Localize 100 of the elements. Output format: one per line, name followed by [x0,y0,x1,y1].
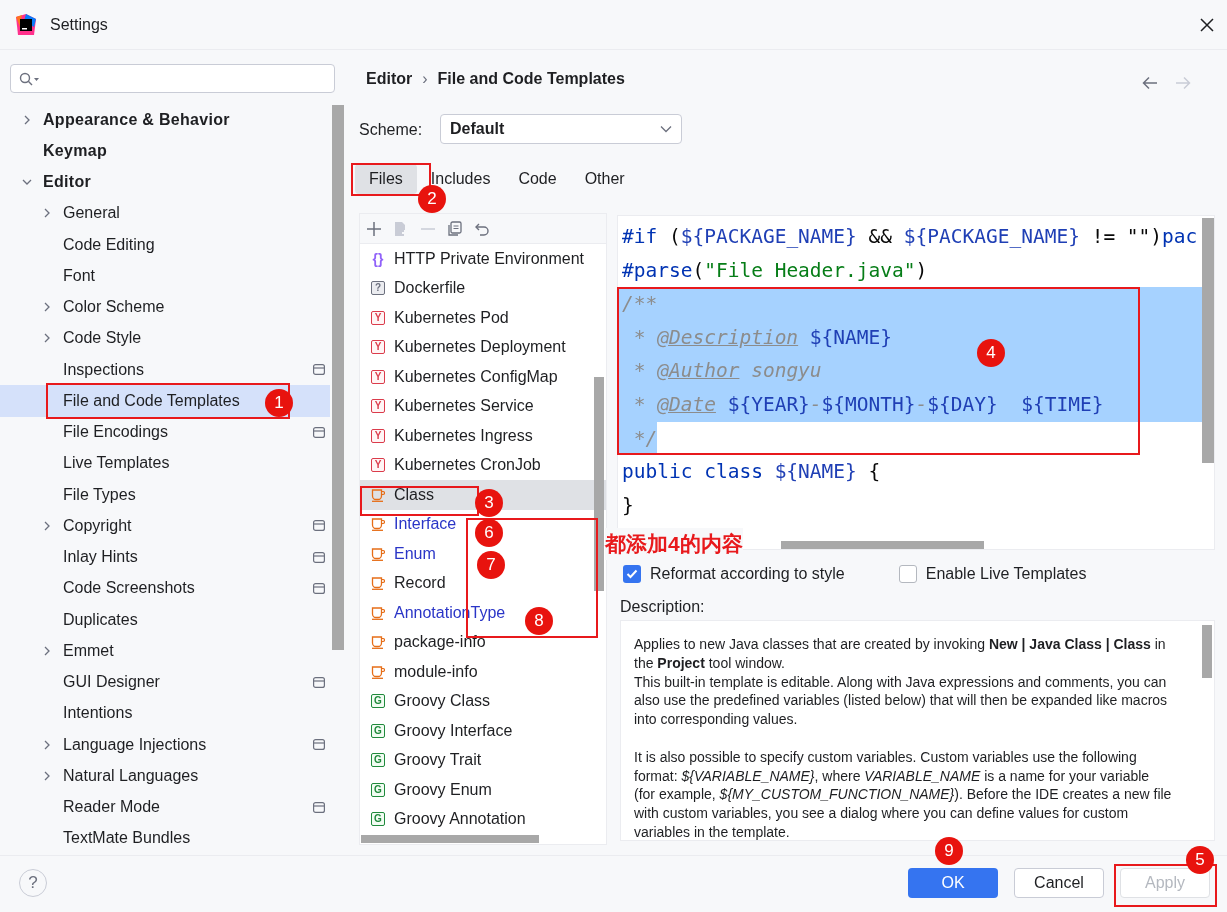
scrollbar[interactable] [594,377,604,591]
question-icon: ? [371,281,385,296]
scrollbar[interactable] [1202,218,1214,463]
code-line: public class ${NAME} { [621,459,881,486]
scheme-label: Scheme: [359,120,423,140]
code-line: * @Description ${NAME} [632,324,893,351]
template-item[interactable]: Record [394,571,446,596]
close-icon[interactable] [1200,17,1214,32]
groovy-file-icon: G [371,753,385,768]
sidebar-item[interactable]: Appearance & Behavior [43,107,230,132]
back-arrow-icon[interactable] [1142,76,1158,90]
cup-icon [371,546,385,561]
groovy-file-icon: G [371,782,385,797]
chevron-right-icon[interactable] [42,208,52,219]
cup-icon [371,664,385,679]
ok-button[interactable]: OK [908,868,998,898]
sidebar-item[interactable]: TextMate Bundles [63,826,191,851]
scrollbar[interactable] [361,835,539,843]
template-item[interactable]: Interface [394,512,457,537]
code-line: /** [621,291,658,318]
sidebar-item[interactable]: File Types [63,482,136,507]
template-item[interactable]: module-info [394,659,478,684]
code-line: #parse("File Header.java") [621,257,928,284]
cup-icon [371,605,385,620]
sidebar-item[interactable]: Inspections [63,357,144,382]
template-item[interactable]: Enum [394,541,436,566]
step-marker: 2 [418,185,446,213]
yaml-file-icon: Y [371,428,385,443]
checkbox-label[interactable]: Enable Live Templates [925,562,1087,586]
sidebar-item[interactable]: Inlay Hints [63,545,138,570]
sidebar-item[interactable]: Code Editing [63,232,155,257]
sidebar-item[interactable]: File and Code Templates [63,388,240,413]
scrollbar[interactable] [781,541,984,549]
sidebar-item[interactable]: Color Scheme [63,295,165,320]
sidebar-item[interactable]: Editor [43,170,92,195]
scrollbar[interactable] [332,105,344,650]
cup-icon [371,517,385,532]
template-item[interactable]: Dockerfile [394,276,466,301]
code-line: } [621,492,634,519]
checkbox-label[interactable]: Reformat according to style [650,562,845,586]
chevron-right-icon[interactable] [42,739,52,750]
tab[interactable]: Files [355,164,417,194]
add-icon[interactable] [366,220,382,237]
chevron-right-icon[interactable] [42,333,52,344]
chevron-down-icon[interactable] [22,177,32,187]
window-title: Settings [50,14,108,35]
template-item[interactable]: Kubernetes Ingress [394,423,533,448]
template-item[interactable]: package-info [394,630,486,655]
template-item[interactable]: Kubernetes Pod [394,305,509,330]
scrollbar[interactable] [1202,625,1212,678]
template-item[interactable]: Groovy Interface [394,718,513,743]
tab[interactable]: Code [504,164,571,194]
sidebar-item[interactable]: Intentions [63,701,133,726]
sidebar-item[interactable]: Font [63,263,95,288]
yaml-file-icon: Y [371,340,385,355]
description-label: Description: [620,597,705,617]
checkbox[interactable] [623,565,641,583]
sidebar-item[interactable]: File Encodings [63,420,168,445]
sidebar-item[interactable]: GUI Designer [63,670,160,695]
template-item[interactable]: Class [394,482,434,507]
dialog-button[interactable]: Cancel [1014,868,1104,898]
description-text: It is also possible to specify custom variables. Custom variables use the following format: ${VARIABLE_NAME}, where VARIABLE_NAME is a name for your variable (for example, ${MY_CUSTOM_FUNCTION_NAME}). Before the IDE creates a new file with custom variables, you see a dialog where you can define values for custom variables in the template. [634,747,1173,840]
breadcrumb-link[interactable]: Editor [366,67,413,91]
chevron-down-icon [660,125,672,133]
chevron-right-icon[interactable] [42,302,52,312]
template-item[interactable]: Groovy Enum [394,777,492,802]
description-text: This built-in template is editable. Along with Java expressions and comments, you can also use the predefined variables (listed below) that will then be expanded like macros into corresponding values. [634,672,1169,729]
sidebar-item[interactable]: Code Style [63,326,142,351]
search-field[interactable] [10,64,335,93]
copy-icon[interactable] [447,220,463,237]
chevron-right-icon[interactable] [42,770,52,781]
template-item[interactable]: HTTP Private Environment [394,246,584,271]
cup-icon [371,635,385,650]
chevron-right-icon[interactable] [42,520,52,531]
sidebar-item[interactable]: Natural Languages [63,763,199,788]
scheme-dropdown[interactable]: Default [440,114,682,144]
annotation-note: 都添加4的内容 [605,528,743,560]
yaml-file-icon: Y [371,369,385,384]
sidebar-item[interactable]: Copyright [63,513,132,538]
template-item[interactable]: Groovy Annotation [394,807,526,832]
template-item[interactable]: Kubernetes CronJob [394,453,541,478]
sidebar-item[interactable]: Emmet [63,638,114,663]
sidebar-item[interactable]: Code Screenshots [63,576,195,601]
tab[interactable]: Other [570,164,639,194]
sidebar-item[interactable]: Language Injections [63,732,207,757]
template-item[interactable]: Kubernetes Deployment [394,335,566,360]
template-item[interactable]: Kubernetes ConfigMap [394,364,558,389]
sidebar-item[interactable]: Live Templates [63,451,170,476]
chevron-right-icon[interactable] [42,645,52,656]
description-text: Applies to new Java classes that are created by invoking New | Java Class | Class in the Project tool window. [634,635,1167,673]
template-item[interactable]: Groovy Trait [394,748,482,773]
sidebar-item[interactable]: Reader Mode [63,795,160,820]
chevron-right-icon[interactable] [22,114,32,125]
template-item[interactable]: Kubernetes Service [394,394,534,419]
sidebar-item[interactable]: Duplicates [63,607,138,632]
sidebar-item[interactable]: Keymap [43,138,108,163]
checkbox[interactable] [898,565,917,583]
template-item[interactable]: Groovy Class [394,689,491,714]
code-line: #if (${PACKAGE_NAME} && ${PACKAGE_NAME} != "")pac [621,224,1198,250]
sidebar-item[interactable]: General [63,201,120,226]
